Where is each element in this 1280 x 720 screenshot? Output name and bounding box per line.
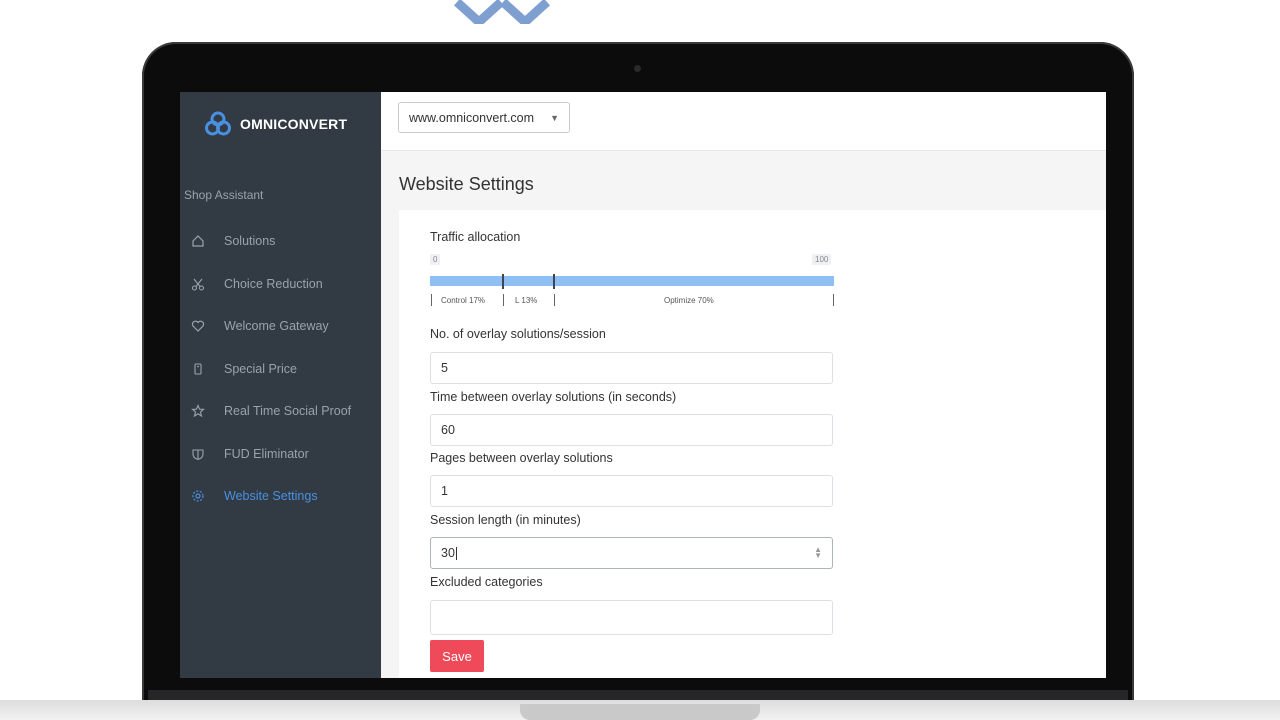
sidebar-item-choice-reduction[interactable]: Choice Reduction — [180, 263, 381, 306]
segment-label-l: L 13% — [515, 296, 538, 305]
sidebar: OMNICONVERT Shop Assistant Solutions Cho… — [180, 92, 381, 678]
segment-label-control: Control 17% — [441, 296, 486, 305]
sidebar-item-solutions[interactable]: Solutions — [180, 220, 381, 263]
sidebar-item-label: Real Time Social Proof — [224, 404, 352, 419]
sidebar-item-fud-eliminator[interactable]: FUD Eliminator — [180, 433, 381, 476]
tag-icon — [190, 361, 206, 377]
caret-down-icon: ▼ — [550, 112, 559, 123]
brand-name: OMNICONVERT — [240, 116, 348, 132]
segment-label-optimize: Optimize 70% — [664, 296, 714, 305]
traffic-allocation-slider[interactable] — [430, 276, 834, 286]
omniconvert-logo-icon — [205, 111, 231, 136]
sidebar-item-label: Solutions — [224, 234, 276, 249]
app-screen: OMNICONVERT Shop Assistant Solutions Cho… — [180, 92, 1106, 678]
topbar: www.omniconvert.com ▼ — [381, 92, 1106, 151]
traffic-allocation-label: Traffic allocation — [430, 230, 521, 244]
segment-divider — [554, 294, 555, 306]
input-value: 1 — [441, 484, 448, 498]
home-icon — [190, 233, 206, 249]
excluded-categories-label: Excluded categories — [430, 575, 543, 589]
website-select[interactable]: www.omniconvert.com ▼ — [398, 102, 570, 133]
sidebar-item-label: FUD Eliminator — [224, 446, 309, 461]
excluded-categories-input[interactable] — [430, 600, 833, 635]
sidebar-item-label: Choice Reduction — [224, 276, 323, 291]
brand[interactable]: OMNICONVERT — [204, 110, 347, 138]
sidebar-item-website-settings[interactable]: Website Settings — [180, 475, 381, 518]
traffic-slider-handle[interactable] — [502, 274, 504, 289]
pages-between-label: Pages between overlay solutions — [430, 451, 613, 465]
heart-icon — [190, 318, 206, 334]
text-cursor — [455, 546, 457, 560]
input-value: 60 — [441, 423, 455, 437]
sidebar-item-label: Website Settings — [224, 489, 318, 504]
gear-icon — [190, 488, 206, 504]
settings-card: Traffic allocation 0 100 Control 17% L 1… — [399, 210, 1106, 678]
input-value: 30 — [441, 546, 455, 560]
overlay-solutions-input[interactable]: 5 — [430, 352, 833, 384]
shield-icon — [190, 446, 206, 462]
segment-divider — [431, 294, 432, 306]
website-select-value: www.omniconvert.com — [409, 110, 535, 125]
input-value: 5 — [441, 361, 448, 375]
sidebar-item-real-time-social-proof[interactable]: Real Time Social Proof — [180, 390, 381, 433]
session-length-label: Session length (in minutes) — [430, 513, 581, 527]
page-title: Website Settings — [399, 174, 534, 194]
pages-between-input[interactable]: 1 — [430, 475, 833, 507]
time-between-label: Time between overlay solutions (in secon… — [430, 390, 677, 404]
sidebar-item-special-price[interactable]: Special Price — [180, 348, 381, 391]
number-spinner-icon[interactable]: ▲ ▼ — [814, 546, 822, 560]
traffic-slider-handle[interactable] — [553, 274, 555, 289]
traffic-scale-min: 0 — [430, 254, 441, 265]
sidebar-item-label: Special Price — [224, 361, 297, 376]
segment-divider — [833, 294, 834, 306]
sidebar-section-label: Shop Assistant — [184, 188, 264, 202]
sidebar-nav: Solutions Choice Reduction Welcome Gatew… — [180, 220, 381, 518]
save-button[interactable]: Save — [430, 640, 484, 672]
sidebar-item-welcome-gateway[interactable]: Welcome Gateway — [180, 305, 381, 348]
segment-divider — [503, 294, 504, 306]
sidebar-item-label: Welcome Gateway — [224, 319, 329, 334]
traffic-scale-max: 100 — [812, 254, 832, 265]
scissors-icon — [190, 276, 206, 292]
omniconvert-logo-fragment — [453, 0, 551, 24]
time-between-input[interactable]: 60 — [430, 414, 833, 446]
session-length-input[interactable]: 30 ▲ ▼ — [430, 537, 833, 569]
overlay-solutions-label: No. of overlay solutions/session — [430, 327, 606, 341]
star-icon — [190, 403, 206, 419]
camera — [634, 65, 641, 72]
laptop-notch — [520, 704, 760, 720]
